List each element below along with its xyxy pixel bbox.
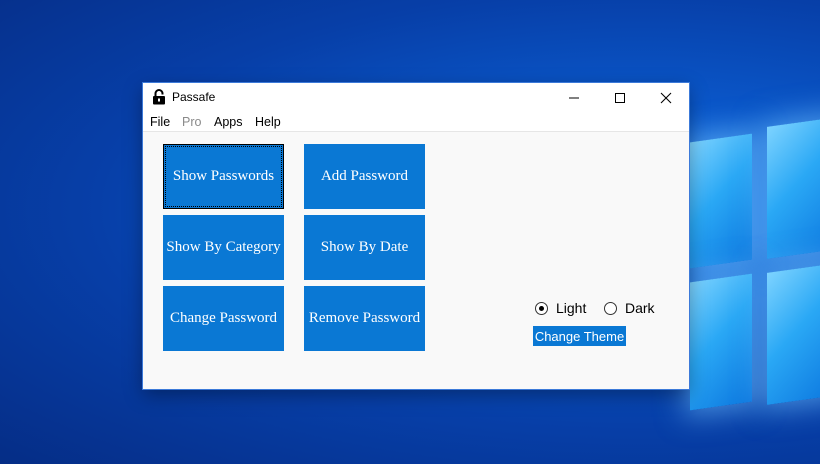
radio-dark[interactable]: Dark	[604, 300, 655, 316]
show-by-category-button[interactable]: Show By Category	[163, 215, 284, 280]
radio-light-indicator[interactable]	[535, 301, 548, 315]
radio-dark-indicator[interactable]	[604, 301, 617, 315]
menu-file[interactable]: File	[150, 115, 170, 129]
change-theme-button[interactable]: Change Theme	[533, 326, 626, 346]
minimize-icon	[568, 92, 580, 104]
add-password-button[interactable]: Add Password	[304, 144, 425, 209]
menu-pro[interactable]: Pro	[182, 115, 201, 129]
close-icon	[660, 92, 672, 104]
show-passwords-button[interactable]: Show Passwords	[163, 144, 284, 209]
radio-light-label: Light	[556, 300, 587, 316]
menu-bar: File Pro Apps Help	[143, 113, 689, 132]
remove-password-button[interactable]: Remove Password	[304, 286, 425, 351]
menu-apps[interactable]: Apps	[214, 115, 243, 129]
maximize-button[interactable]	[597, 83, 643, 113]
title-bar[interactable]: Passafe	[143, 83, 689, 113]
window-title: Passafe	[172, 90, 216, 104]
lock-icon	[152, 89, 166, 105]
menu-help[interactable]: Help	[255, 115, 281, 129]
radio-light[interactable]: Light	[535, 300, 586, 316]
radio-dark-label: Dark	[625, 300, 655, 316]
maximize-icon	[614, 92, 626, 104]
close-button[interactable]	[643, 83, 689, 113]
change-password-button[interactable]: Change Password	[163, 286, 284, 351]
desktop-windows-logo	[690, 108, 820, 428]
app-window: Passafe File Pro Apps Help Show Password…	[143, 83, 689, 389]
show-by-date-button[interactable]: Show By Date	[304, 215, 425, 280]
minimize-button[interactable]	[551, 83, 597, 113]
